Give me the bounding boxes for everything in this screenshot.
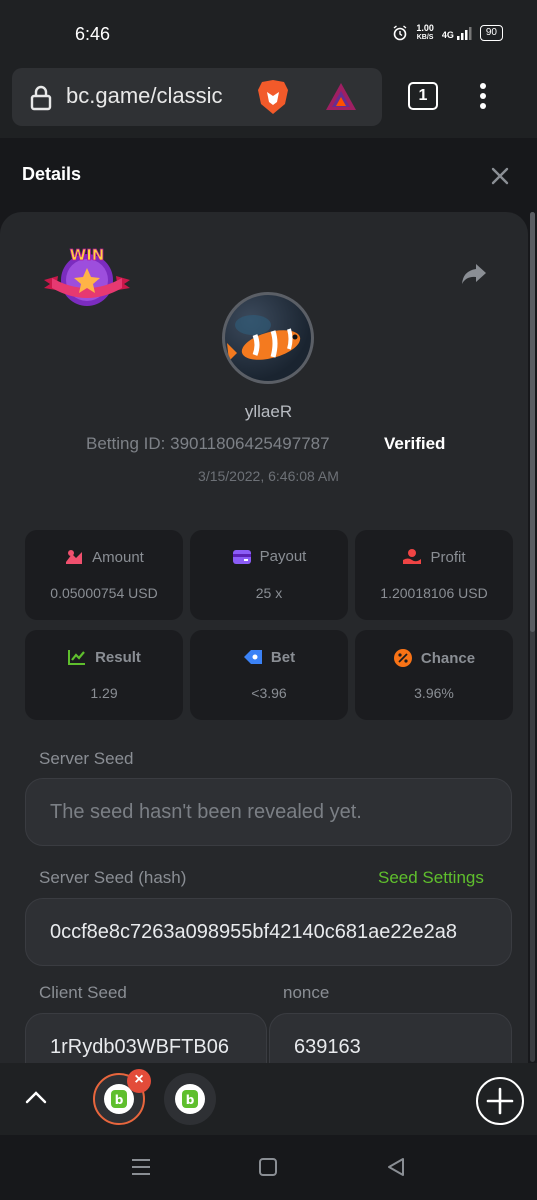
server-seed-hash-value: 0ccf8e8c7263a098955bf42140c681ae22e2a8 <box>50 921 458 943</box>
stat-result-label: Result <box>95 648 141 666</box>
signal-icon: 4G <box>442 26 472 40</box>
url-text: bc.game/classic <box>66 83 223 108</box>
stat-result: Result 1.29 <box>25 630 183 720</box>
network-speed: 1.00 KB/S <box>416 24 434 42</box>
stat-payout-label: Payout <box>259 548 307 565</box>
stat-amount-label: Amount <box>92 548 144 566</box>
payout-icon <box>232 549 251 564</box>
more-menu-icon[interactable] <box>478 82 488 110</box>
client-seed-label: Client Seed <box>39 983 127 1002</box>
stat-payout-value: 25 x <box>255 585 283 601</box>
network-type: 4G <box>441 30 454 40</box>
bcgame-favicon-icon: b <box>175 1084 205 1114</box>
bet-icon <box>243 650 262 664</box>
stat-bet: Bet <3.96 <box>190 630 348 720</box>
stat-amount: Amount 0.05000754 USD <box>25 530 183 620</box>
win-badge-icon: WIN <box>44 246 130 306</box>
verified-link[interactable]: Verified <box>384 434 445 454</box>
chevron-up-icon[interactable] <box>24 1087 48 1107</box>
lock-icon <box>30 85 52 111</box>
stat-bet-value: <3.96 <box>251 685 287 701</box>
address-bar[interactable]: bc.game/classic <box>12 68 382 126</box>
tab-switcher-button[interactable]: 1 <box>408 82 438 110</box>
bet-details-card: WIN yllaeR Betting ID: 39011806425497787… <box>0 212 528 1063</box>
result-icon <box>68 650 86 665</box>
stat-chance: Chance 3.96% <box>355 630 513 720</box>
home-icon[interactable] <box>258 1157 278 1177</box>
system-nav-bar <box>0 1135 537 1200</box>
alarm-icon <box>393 25 407 41</box>
status-indicators: 1.00 KB/S 4G 90 <box>392 24 503 42</box>
server-seed-hash-label: Server Seed (hash) <box>39 868 187 887</box>
bet-date: 3/15/2022, 6:46:08 AM <box>198 468 339 484</box>
status-bar: 6:46 1.00 KB/S 4G 90 <box>0 0 537 66</box>
client-seed-value: 1rRydb03WBFTB06 <box>50 1036 229 1058</box>
page-content: Details WIN yllaeR Betting ID: 390118064… <box>0 138 537 1063</box>
avatar <box>222 292 314 384</box>
close-icon[interactable] <box>488 164 512 188</box>
share-icon[interactable] <box>460 262 488 286</box>
nonce-field[interactable]: 639163 <box>269 1013 512 1063</box>
stat-profit-label: Profit <box>430 548 466 566</box>
plus-icon <box>486 1087 514 1115</box>
brave-shields-icon[interactable] <box>256 78 290 116</box>
browser-bottom-bar: b × b <box>0 1063 537 1135</box>
speed-unit: KB/S <box>416 34 434 41</box>
new-tab-button[interactable] <box>476 1077 524 1125</box>
tab-thumbnail[interactable]: b <box>164 1073 216 1125</box>
betting-id-label: Betting ID: <box>86 434 166 453</box>
browser-toolbar: bc.game/classic 1 <box>0 66 537 138</box>
details-title: Details <box>22 164 82 184</box>
stat-chance-value: 3.96% <box>414 685 454 701</box>
brave-rewards-icon[interactable] <box>324 80 358 114</box>
details-header: Details <box>0 138 537 212</box>
betting-id-value: 39011806425497787 <box>170 434 330 453</box>
profit-icon <box>403 549 422 564</box>
nonce-label: nonce <box>283 983 330 1002</box>
win-badge-text: WIN <box>70 246 105 264</box>
speed-value: 1.00 <box>416 23 434 33</box>
recent-apps-icon[interactable] <box>130 1157 152 1177</box>
svg-text:b: b <box>115 1093 124 1107</box>
betting-id: Betting ID: 39011806425497787 <box>86 434 330 454</box>
username: yllaeR <box>244 402 293 421</box>
amount-icon <box>66 550 83 564</box>
stat-chance-label: Chance <box>420 649 476 667</box>
back-icon[interactable] <box>386 1157 406 1177</box>
scrollbar[interactable] <box>530 212 535 1062</box>
seed-settings-link[interactable]: Seed Settings <box>378 868 484 888</box>
svg-text:b: b <box>186 1093 195 1107</box>
clownfish-avatar-image <box>227 315 301 361</box>
chance-icon <box>393 649 412 667</box>
server-seed-label: Server Seed <box>39 749 134 768</box>
scrollbar-thumb[interactable] <box>530 212 535 632</box>
server-seed-field[interactable]: The seed hasn't been revealed yet. <box>25 778 512 846</box>
server-seed-value: The seed hasn't been revealed yet. <box>50 801 362 823</box>
stat-amount-value: 0.05000754 USD <box>50 585 158 601</box>
battery-indicator: 90 <box>479 25 503 41</box>
stat-payout: Payout 25 x <box>190 530 348 620</box>
server-seed-hash-field[interactable]: 0ccf8e8c7263a098955bf42140c681ae22e2a8 <box>25 898 512 966</box>
status-time: 6:46 <box>75 24 111 44</box>
client-seed-field[interactable]: 1rRydb03WBFTB06 <box>25 1013 267 1063</box>
stat-profit: Profit 1.20018106 USD <box>355 530 513 620</box>
stat-bet-label: Bet <box>270 648 296 666</box>
nonce-value: 639163 <box>294 1036 361 1058</box>
stat-result-value: 1.29 <box>90 685 118 701</box>
close-tab-icon[interactable]: × <box>127 1069 151 1093</box>
stat-profit-value: 1.20018106 USD <box>380 585 488 601</box>
